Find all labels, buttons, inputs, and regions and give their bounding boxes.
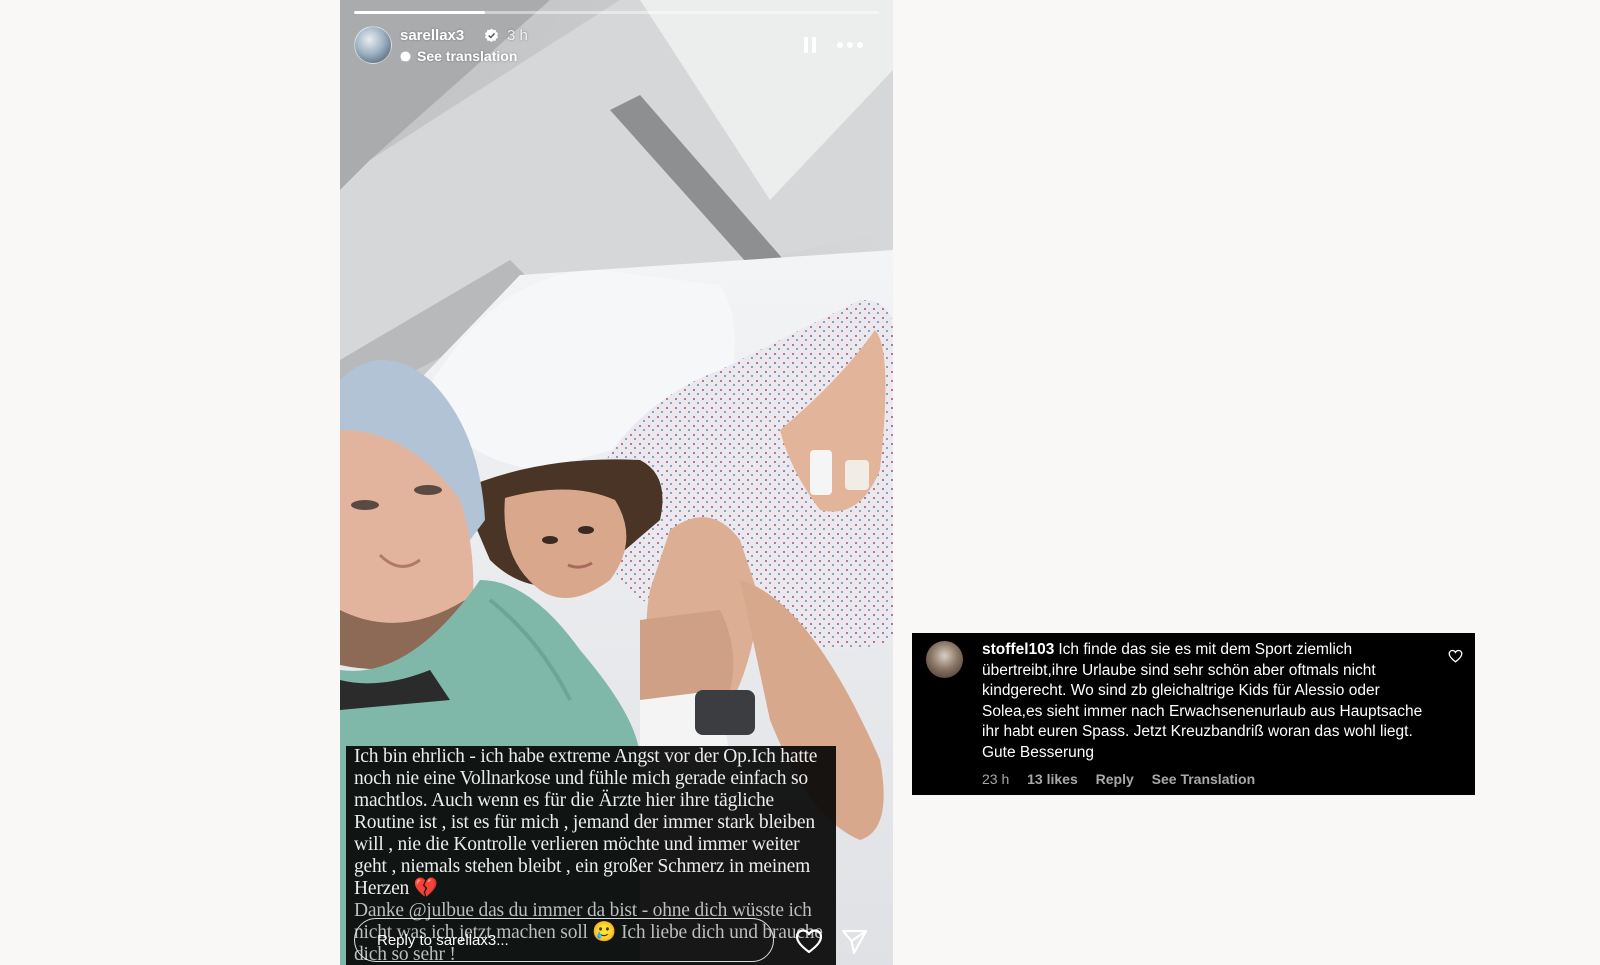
pause-icon[interactable] <box>800 35 820 55</box>
story-header: sarellax3 3 h See translation <box>354 26 879 66</box>
comment-reply-button[interactable]: Reply <box>1096 771 1134 787</box>
comment-body: stoffel103 Ich finde das sie es mit dem S… <box>982 640 1427 763</box>
comment-likes[interactable]: 13 likes <box>1027 771 1078 787</box>
comment-username[interactable]: stoffel103 <box>982 641 1054 658</box>
avatar[interactable] <box>354 26 392 64</box>
heart-icon[interactable] <box>795 928 823 954</box>
comment-timestamp: 23 h <box>982 771 1010 787</box>
more-icon[interactable] <box>836 35 864 55</box>
send-icon[interactable] <box>841 928 868 955</box>
comment-text: Ich finde das sie es mit dem Sport zieml… <box>982 641 1423 761</box>
verified-icon <box>484 28 499 43</box>
comment-avatar[interactable] <box>926 641 963 678</box>
story-progress-bar <box>354 11 879 14</box>
see-translation-link[interactable]: See translation <box>400 48 517 64</box>
story-progress-fill <box>354 11 486 14</box>
caption-main-text: Ich bin ehrlich - ich habe extreme Angst… <box>354 746 818 899</box>
see-translation-label: See translation <box>417 48 518 64</box>
reply-input[interactable] <box>354 918 774 962</box>
translate-icon <box>400 51 411 62</box>
comment-card: stoffel103 Ich finde das sie es mit dem S… <box>912 633 1475 795</box>
comment-meta: 23 h 13 likes Reply See Translation <box>982 771 1269 787</box>
page: sarellax3 3 h See translation Ich bin eh… <box>0 0 1600 965</box>
story-username[interactable]: sarellax3 <box>400 27 464 44</box>
story-timestamp: 3 h <box>507 27 528 44</box>
story-viewer[interactable]: sarellax3 3 h See translation Ich bin eh… <box>340 0 893 965</box>
comment-heart-icon[interactable] <box>1448 649 1463 663</box>
comment-see-translation[interactable]: See Translation <box>1152 771 1255 787</box>
